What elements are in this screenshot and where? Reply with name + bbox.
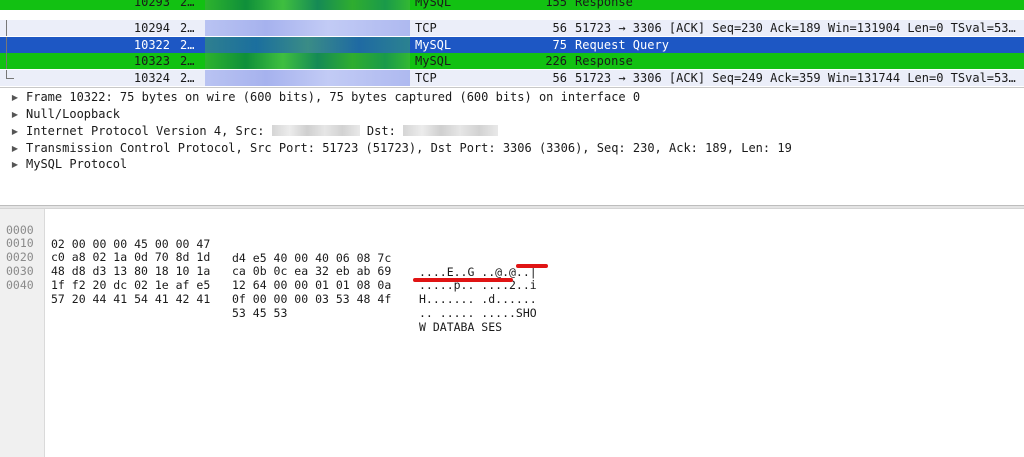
packet-time: 2… bbox=[180, 21, 195, 35]
packet-protocol: MySQL bbox=[415, 54, 452, 68]
conversation-line bbox=[6, 70, 16, 86]
detail-ipv4-label: Internet Protocol Version 4, Src: Dst: bbox=[26, 123, 499, 140]
packet-protocol: TCP bbox=[415, 71, 437, 85]
packet-info: 51723 → 3306 [ACK] Seq=249 Ack=359 Win=1… bbox=[575, 71, 1016, 85]
triangle-right-icon[interactable]: ▶ bbox=[10, 89, 20, 106]
triangle-right-icon[interactable]: ▶ bbox=[10, 123, 20, 140]
packet-row[interactable]: 10323 2… MySQL 226 Response bbox=[0, 53, 1024, 69]
redacted-dst-address bbox=[403, 125, 499, 136]
packet-protocol: MySQL bbox=[415, 38, 452, 52]
redacted-addresses bbox=[205, 70, 410, 86]
triangle-right-icon[interactable]: ▶ bbox=[10, 140, 20, 157]
redacted-src-address bbox=[271, 125, 360, 136]
packet-number: 10293 bbox=[133, 0, 170, 9]
red-underline-sho bbox=[516, 264, 548, 268]
bytes-row: 0020 48 d8 d3 13 80 18 10 1a 12 64 00 00… bbox=[0, 236, 537, 306]
packet-length: 155 bbox=[545, 0, 567, 9]
packet-row[interactable]: 10324 2… TCP 56 51723 → 3306 [ACK] Seq=2… bbox=[0, 70, 1024, 86]
packet-info: Response bbox=[575, 54, 633, 68]
bytes-row: 0040 57 20 44 41 54 41 42 41 53 45 53 W … bbox=[0, 264, 502, 334]
packet-row[interactable]: 10294 2… TCP 56 51723 → 3306 [ACK] Seq=2… bbox=[0, 20, 1024, 36]
triangle-right-icon[interactable]: ▶ bbox=[10, 106, 20, 123]
ascii-bytes[interactable]: .. ..... .....SHO bbox=[419, 306, 537, 320]
bytes-row: 0000 02 00 00 00 45 00 00 47 d4 e5 40 00… bbox=[0, 209, 537, 279]
packet-protocol: MySQL bbox=[415, 0, 452, 9]
hex-bytes-right[interactable]: ca 0b 0c ea 32 eb ab 69 bbox=[232, 264, 391, 278]
packet-time: 2… bbox=[180, 38, 195, 52]
packet-length: 56 bbox=[552, 21, 567, 35]
packet-number: 10322 bbox=[133, 38, 170, 52]
packet-time: 2… bbox=[180, 0, 195, 9]
packet-number: 10324 bbox=[133, 71, 170, 85]
packet-length: 56 bbox=[552, 71, 567, 85]
hex-bytes-right[interactable]: 12 64 00 00 01 01 08 0a bbox=[232, 278, 391, 292]
ascii-bytes[interactable]: H....... .d...... bbox=[419, 292, 537, 306]
packet-info: 51723 → 3306 [ACK] Seq=230 Ack=189 Win=1… bbox=[575, 21, 1016, 35]
packet-info: Request Query bbox=[575, 38, 669, 52]
bytes-row: 0010 c0 a8 02 1a 0d 70 8d 1d ca 0b 0c ea… bbox=[0, 222, 537, 292]
packet-row-selected[interactable]: 10322 2… MySQL 75 Request Query bbox=[0, 37, 1024, 53]
hex-bytes-left[interactable]: 1f f2 20 dc 02 1e af e5 bbox=[51, 278, 210, 292]
hex-bytes-right[interactable]: d4 e5 40 00 40 06 08 7c bbox=[232, 251, 391, 265]
byte-offset: 0040 bbox=[6, 278, 34, 292]
packet-length: 75 bbox=[552, 38, 567, 52]
triangle-right-icon[interactable]: ▶ bbox=[10, 156, 20, 173]
redacted-addresses bbox=[205, 37, 410, 53]
packet-number: 10323 bbox=[133, 54, 170, 68]
redacted-addresses bbox=[205, 53, 410, 69]
ip-src-prefix: Internet Protocol Version 4, Src: bbox=[26, 124, 265, 138]
redacted-addresses bbox=[205, 20, 410, 36]
conversation-line bbox=[6, 20, 17, 36]
red-underline-w-databases bbox=[413, 278, 513, 282]
hex-bytes-right[interactable]: 53 45 53 bbox=[232, 306, 287, 320]
packet-protocol: TCP bbox=[415, 21, 437, 35]
hex-bytes-left[interactable]: c0 a8 02 1a 0d 70 8d 1d bbox=[51, 250, 210, 264]
ip-dst-label: Dst: bbox=[366, 124, 396, 138]
detail-tcp-label: Transmission Control Protocol, Src Port:… bbox=[26, 141, 792, 155]
hex-bytes-left[interactable]: 48 d8 d3 13 80 18 10 1a bbox=[51, 264, 210, 278]
bytes-row: 0030 1f f2 20 dc 02 1e af e5 0f 00 00 00… bbox=[0, 250, 537, 320]
conversation-line bbox=[6, 53, 17, 69]
packet-time: 2… bbox=[180, 54, 195, 68]
detail-mysql-label: MySQL Protocol bbox=[26, 157, 128, 171]
packet-details: ▶ Frame 10322: 75 bytes on wire (600 bit… bbox=[0, 87, 1024, 206]
detail-frame-label: Frame 10322: 75 bytes on wire (600 bits)… bbox=[26, 90, 641, 104]
packet-list: 10293 2… MySQL 155 Response 10294 2… TCP… bbox=[0, 0, 1024, 87]
packet-bytes: 0000 02 00 00 00 45 00 00 47 d4 e5 40 00… bbox=[0, 209, 1024, 457]
packet-length: 226 bbox=[545, 54, 567, 68]
detail-null-loopback-label: Null/Loopback bbox=[26, 107, 120, 121]
packet-info: Response bbox=[575, 0, 633, 9]
conversation-line bbox=[6, 37, 17, 53]
redacted-addresses bbox=[205, 0, 410, 10]
hex-bytes-left[interactable]: 02 00 00 00 45 00 00 47 bbox=[51, 237, 210, 251]
packet-row[interactable]: 10293 2… MySQL 155 Response bbox=[0, 0, 1024, 10]
hex-bytes-right[interactable]: 0f 00 00 00 03 53 48 4f bbox=[232, 292, 391, 306]
packet-number: 10294 bbox=[133, 21, 170, 35]
packet-time: 2… bbox=[180, 71, 195, 85]
ascii-bytes[interactable]: W DATABA SES bbox=[419, 320, 502, 334]
hex-bytes-left[interactable]: 57 20 44 41 54 41 42 41 bbox=[51, 292, 210, 306]
